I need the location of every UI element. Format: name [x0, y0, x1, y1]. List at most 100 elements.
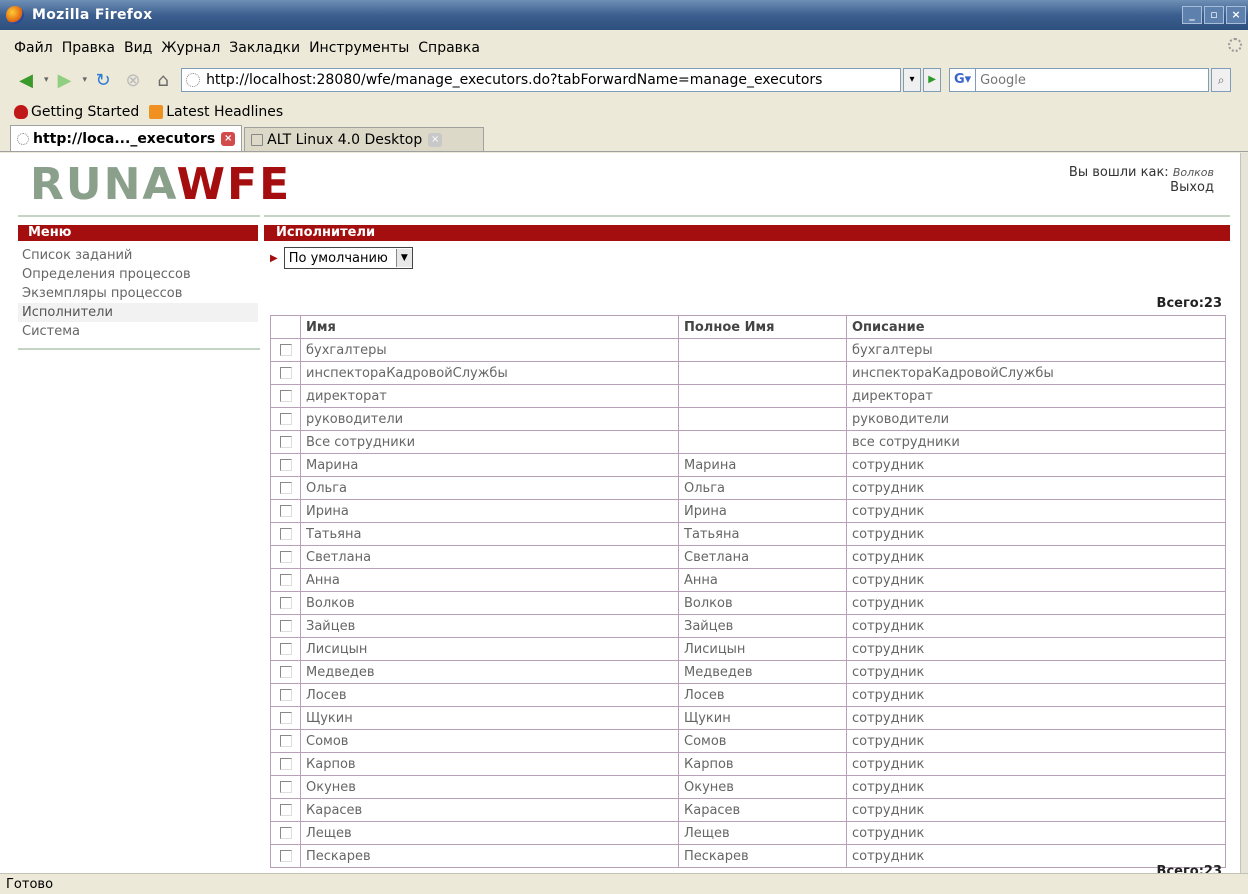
cell-name[interactable]: инспектораКадровойСлужбы	[300, 361, 679, 385]
sidebar-item-process-definitions[interactable]: Определения процессов	[18, 265, 258, 284]
row-checkbox[interactable]	[279, 643, 292, 655]
cell-name[interactable]: Волков	[300, 591, 679, 615]
table-row[interactable]: Щукин Щукин сотрудник	[270, 706, 1226, 730]
row-checkbox[interactable]	[279, 712, 292, 724]
vertical-scrollbar[interactable]	[1240, 153, 1248, 873]
forward-icon[interactable]: ▶	[53, 69, 77, 91]
menu-help[interactable]: Справка	[418, 40, 480, 56]
tab-alt-linux[interactable]: ALT Linux 4.0 Desktop ×	[244, 127, 485, 151]
row-checkbox[interactable]	[279, 620, 292, 632]
row-checkbox[interactable]	[279, 597, 292, 609]
cell-name[interactable]: Зайцев	[300, 614, 679, 638]
table-row[interactable]: Окунев Окунев сотрудник	[270, 775, 1226, 799]
url-text[interactable]: http://localhost:28080/wfe/manage_execut…	[206, 72, 822, 88]
row-checkbox[interactable]	[279, 781, 292, 793]
sidebar-item-executors[interactable]: Исполнители	[18, 303, 258, 322]
cell-name[interactable]: Светлана	[300, 545, 679, 569]
column-header-description[interactable]: Описание	[846, 315, 1226, 339]
cell-name[interactable]: Лещев	[300, 821, 679, 845]
row-checkbox[interactable]	[279, 459, 292, 471]
close-tab-icon[interactable]: ×	[221, 131, 236, 146]
cell-name[interactable]: Лосев	[300, 683, 679, 707]
row-checkbox[interactable]	[279, 735, 292, 747]
table-row[interactable]: Лисицын Лисицын сотрудник	[270, 637, 1226, 661]
table-row[interactable]: Лещев Лещев сотрудник	[270, 821, 1226, 845]
filter-select[interactable]: По умолчанию ▼	[283, 247, 413, 269]
cell-name[interactable]: Медведев	[300, 660, 679, 684]
back-icon[interactable]: ◀	[14, 69, 38, 91]
column-header-name[interactable]: Имя	[300, 315, 679, 339]
table-row[interactable]: директорат директорат	[270, 384, 1226, 408]
bookmark-latest-headlines[interactable]: Latest Headlines	[149, 104, 283, 120]
cell-name[interactable]: Щукин	[300, 706, 679, 730]
cell-name[interactable]: Окунев	[300, 775, 679, 799]
row-checkbox[interactable]	[279, 505, 292, 517]
table-row[interactable]: Волков Волков сотрудник	[270, 591, 1226, 615]
row-checkbox[interactable]	[279, 827, 292, 839]
row-checkbox[interactable]	[279, 390, 292, 402]
bookmark-getting-started[interactable]: Getting Started	[14, 104, 139, 120]
table-row[interactable]: инспектораКадровойСлужбы инспектораКадров…	[270, 361, 1226, 385]
cell-name[interactable]: Карпов	[300, 752, 679, 776]
cell-name[interactable]: Марина	[300, 453, 679, 477]
cell-name[interactable]: директорат	[300, 384, 679, 408]
row-checkbox[interactable]	[279, 367, 292, 379]
table-row[interactable]: Татьяна Татьяна сотрудник	[270, 522, 1226, 546]
go-icon[interactable]: ▶	[923, 68, 942, 92]
cell-name[interactable]: Ирина	[300, 499, 679, 523]
column-header-fullname[interactable]: Полное Имя	[678, 315, 847, 339]
menu-history[interactable]: Журнал	[161, 40, 220, 56]
cell-name[interactable]: Пескарев	[300, 844, 679, 868]
table-row[interactable]: Ирина Ирина сотрудник	[270, 499, 1226, 523]
cell-name[interactable]: Ольга	[300, 476, 679, 500]
stop-icon[interactable]: ⊗	[121, 69, 145, 91]
table-row[interactable]: Светлана Светлана сотрудник	[270, 545, 1226, 569]
home-icon[interactable]: ⌂	[151, 69, 175, 91]
table-row[interactable]: Зайцев Зайцев сотрудник	[270, 614, 1226, 638]
table-row[interactable]: Пескарев Пескарев сотрудник	[270, 844, 1226, 868]
row-checkbox[interactable]	[279, 689, 292, 701]
row-checkbox[interactable]	[279, 344, 292, 356]
table-row[interactable]: Ольга Ольга сотрудник	[270, 476, 1226, 500]
back-dropdown-icon[interactable]: ▾	[44, 75, 49, 85]
table-row[interactable]: Карпов Карпов сотрудник	[270, 752, 1226, 776]
cell-name[interactable]: Лисицын	[300, 637, 679, 661]
close-button[interactable]: ×	[1226, 6, 1246, 24]
cell-name[interactable]: Все сотрудники	[300, 430, 679, 454]
maximize-button[interactable]: ▫	[1204, 6, 1224, 24]
sidebar-item-system[interactable]: Система	[18, 322, 258, 341]
table-row[interactable]: руководители руководители	[270, 407, 1226, 431]
menu-edit[interactable]: Правка	[62, 40, 115, 56]
menu-bookmarks[interactable]: Закладки	[229, 40, 300, 56]
cell-name[interactable]: Анна	[300, 568, 679, 592]
table-row[interactable]: Марина Марина сотрудник	[270, 453, 1226, 477]
cell-name[interactable]: Татьяна	[300, 522, 679, 546]
row-checkbox[interactable]	[279, 666, 292, 678]
cell-name[interactable]: Карасев	[300, 798, 679, 822]
url-bar[interactable]: http://localhost:28080/wfe/manage_execut…	[181, 68, 902, 92]
row-checkbox[interactable]	[279, 804, 292, 816]
menu-view[interactable]: Вид	[124, 40, 152, 56]
table-row[interactable]: Все сотрудники все сотрудники	[270, 430, 1226, 454]
cell-name[interactable]: Сомов	[300, 729, 679, 753]
search-input[interactable]	[976, 72, 1209, 88]
row-checkbox[interactable]	[279, 413, 292, 425]
menu-tools[interactable]: Инструменты	[309, 40, 409, 56]
menu-file[interactable]: Файл	[14, 40, 53, 56]
chevron-down-icon[interactable]: ▼	[395, 249, 412, 267]
search-engine-icon[interactable]: G▾	[950, 69, 977, 91]
close-tab-icon[interactable]: ×	[428, 132, 443, 147]
minimize-button[interactable]: _	[1182, 6, 1202, 24]
sidebar-item-process-instances[interactable]: Экземпляры процессов	[18, 284, 258, 303]
expand-arrow-icon[interactable]: ▶	[270, 253, 278, 264]
url-history-dropdown-icon[interactable]: ▾	[903, 68, 922, 92]
table-row[interactable]: Карасев Карасев сотрудник	[270, 798, 1226, 822]
search-icon[interactable]: ⌕	[1211, 68, 1232, 92]
logout-link[interactable]: Выход	[1069, 180, 1214, 195]
cell-name[interactable]: бухгалтеры	[300, 338, 679, 362]
row-checkbox[interactable]	[279, 528, 292, 540]
forward-dropdown-icon[interactable]: ▾	[83, 75, 88, 85]
table-row[interactable]: бухгалтеры бухгалтеры	[270, 338, 1226, 362]
table-row[interactable]: Анна Анна сотрудник	[270, 568, 1226, 592]
row-checkbox[interactable]	[279, 850, 292, 862]
